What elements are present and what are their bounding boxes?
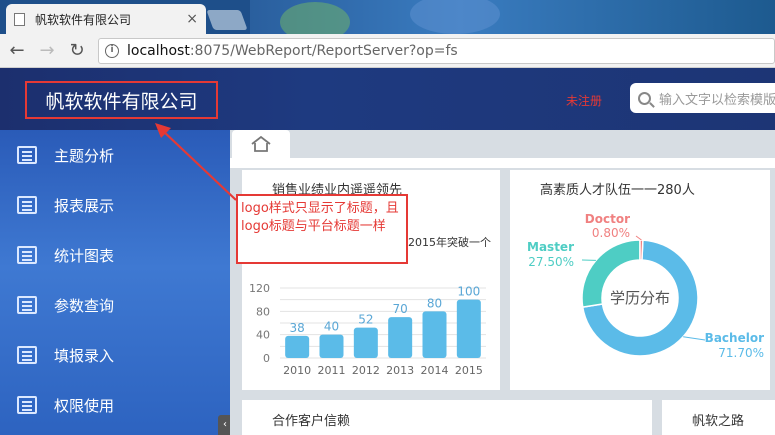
education-donut-chart: 学历分布 Bachelor71.70% Master27.50% Doctor0.80…: [527, 212, 764, 360]
panel-title: 帆软之路: [692, 414, 745, 429]
url-text: localhost:8075/WebReport/ReportServer?op…: [127, 42, 458, 59]
report-icon: [17, 196, 37, 214]
browser-toolbar: ← → ↻ i localhost:8075/WebReport/ReportS…: [0, 34, 775, 68]
x-tick-label: 2013: [386, 364, 414, 377]
report-icon: [17, 296, 37, 314]
sidebar-item-label: 统计图表: [54, 246, 115, 265]
home-icon: [251, 135, 271, 152]
close-icon[interactable]: ×: [186, 11, 198, 27]
bar: [319, 334, 344, 358]
bar: [422, 311, 447, 358]
sidebar-item-label: 填报录入: [54, 346, 115, 365]
unregistered-badge: 未注册: [566, 94, 603, 108]
y-tick-label: 0: [263, 352, 270, 365]
logo-title[interactable]: 帆软软件有限公司: [25, 81, 218, 119]
sidebar-item-permission-usage[interactable]: 权限使用: [0, 380, 230, 430]
report-icon: [17, 146, 37, 164]
x-tick-label: 2011: [318, 364, 346, 377]
talent-panel: 高素质人才队伍一一280人 学历分布 Bachelor 71.70% Master 27…: [510, 170, 770, 390]
address-bar[interactable]: i localhost:8075/WebReport/ReportServer?…: [98, 37, 775, 64]
donut-center-label: 学历分布: [610, 289, 670, 307]
forward-icon[interactable]: →: [34, 38, 60, 64]
new-tab-button[interactable]: [206, 10, 248, 30]
y-tick-label: 120: [249, 282, 270, 295]
search-icon[interactable]: [638, 91, 651, 105]
slice-name-label: Bachelor: [705, 331, 764, 345]
slice-name-label: Doctor: [585, 212, 630, 226]
report-icon: [17, 396, 37, 414]
bar-value-label: 100: [457, 285, 480, 299]
sidebar-item-report-display[interactable]: 报表展示: [0, 180, 230, 230]
page-icon: [14, 12, 25, 26]
clients-panel: 合作客户信赖: [242, 400, 652, 435]
sidebar-item-label: 主题分析: [54, 146, 115, 165]
leader-line: [683, 336, 706, 341]
app-header: 帆软软件有限公司 未注册 输入文字以检索模版: [0, 68, 775, 130]
sidebar-item-label: 参数查询: [54, 296, 115, 315]
back-icon[interactable]: ←: [4, 38, 30, 64]
x-tick-label: 2015: [455, 364, 483, 377]
bar-value-label: 80: [427, 296, 442, 310]
tabbar-strip: [230, 158, 775, 168]
sidebar-item-label: 报表展示: [54, 196, 115, 215]
browser-tabstrip: 帆软软件有限公司 ×: [0, 0, 775, 34]
reload-icon[interactable]: ↻: [64, 38, 90, 64]
y-tick-label: 40: [256, 329, 270, 342]
sidebar-item-form-entry[interactable]: 填报录入: [0, 330, 230, 380]
bar-value-label: 70: [393, 302, 408, 316]
bar-value-label: 40: [324, 320, 339, 334]
report-icon: [17, 246, 37, 264]
main-content: 销售业绩业内遥遥领先 2015年突破一个 0 40 80 120 38 2010 40 201…: [230, 130, 775, 435]
y-tick-label: 80: [256, 305, 270, 318]
tab-home[interactable]: [232, 130, 290, 158]
sidebar-item-label: 权限使用: [54, 396, 115, 415]
x-tick-label: 2012: [352, 364, 380, 377]
bar-value-label: 38: [290, 321, 305, 335]
donut-slice: [639, 239, 644, 261]
x-tick-label: 2014: [421, 364, 449, 377]
slice-value-label: 71.70%: [718, 346, 764, 360]
browser-tab[interactable]: 帆软软件有限公司 ×: [6, 4, 206, 34]
sidebar-item-parameter-query[interactable]: 参数查询: [0, 280, 230, 330]
slice-name-label: Master: [527, 240, 574, 254]
bar: [353, 327, 378, 358]
report-icon: [17, 346, 37, 364]
annotation-note: logo样式只显示了标题，且logo标题与平台标题一样: [236, 194, 408, 264]
sidebar: 主题分析 报表展示 统计图表 参数查询 填报录入 权限使用: [0, 130, 230, 435]
bar: [456, 299, 481, 358]
bar: [388, 317, 413, 358]
road-panel: 帆软之路: [662, 400, 775, 435]
desktop-blob: [280, 2, 350, 34]
template-search[interactable]: 输入文字以检索模版: [630, 83, 775, 113]
sidebar-item-topic-analysis[interactable]: 主题分析: [0, 130, 230, 180]
search-input[interactable]: 输入文字以检索模版: [659, 89, 775, 108]
panel-title: 合作客户信赖: [272, 414, 351, 429]
x-tick-label: 2010: [283, 364, 311, 377]
info-icon[interactable]: i: [105, 43, 119, 58]
sidebar-item-statistics-charts[interactable]: 统计图表: [0, 230, 230, 280]
bar-value-label: 52: [358, 313, 373, 327]
bar: [285, 335, 310, 358]
slice-value-label: 27.50%: [528, 255, 574, 269]
slice-value-label: 0.80%: [592, 226, 630, 240]
tab-title: 帆软软件有限公司: [35, 12, 132, 27]
